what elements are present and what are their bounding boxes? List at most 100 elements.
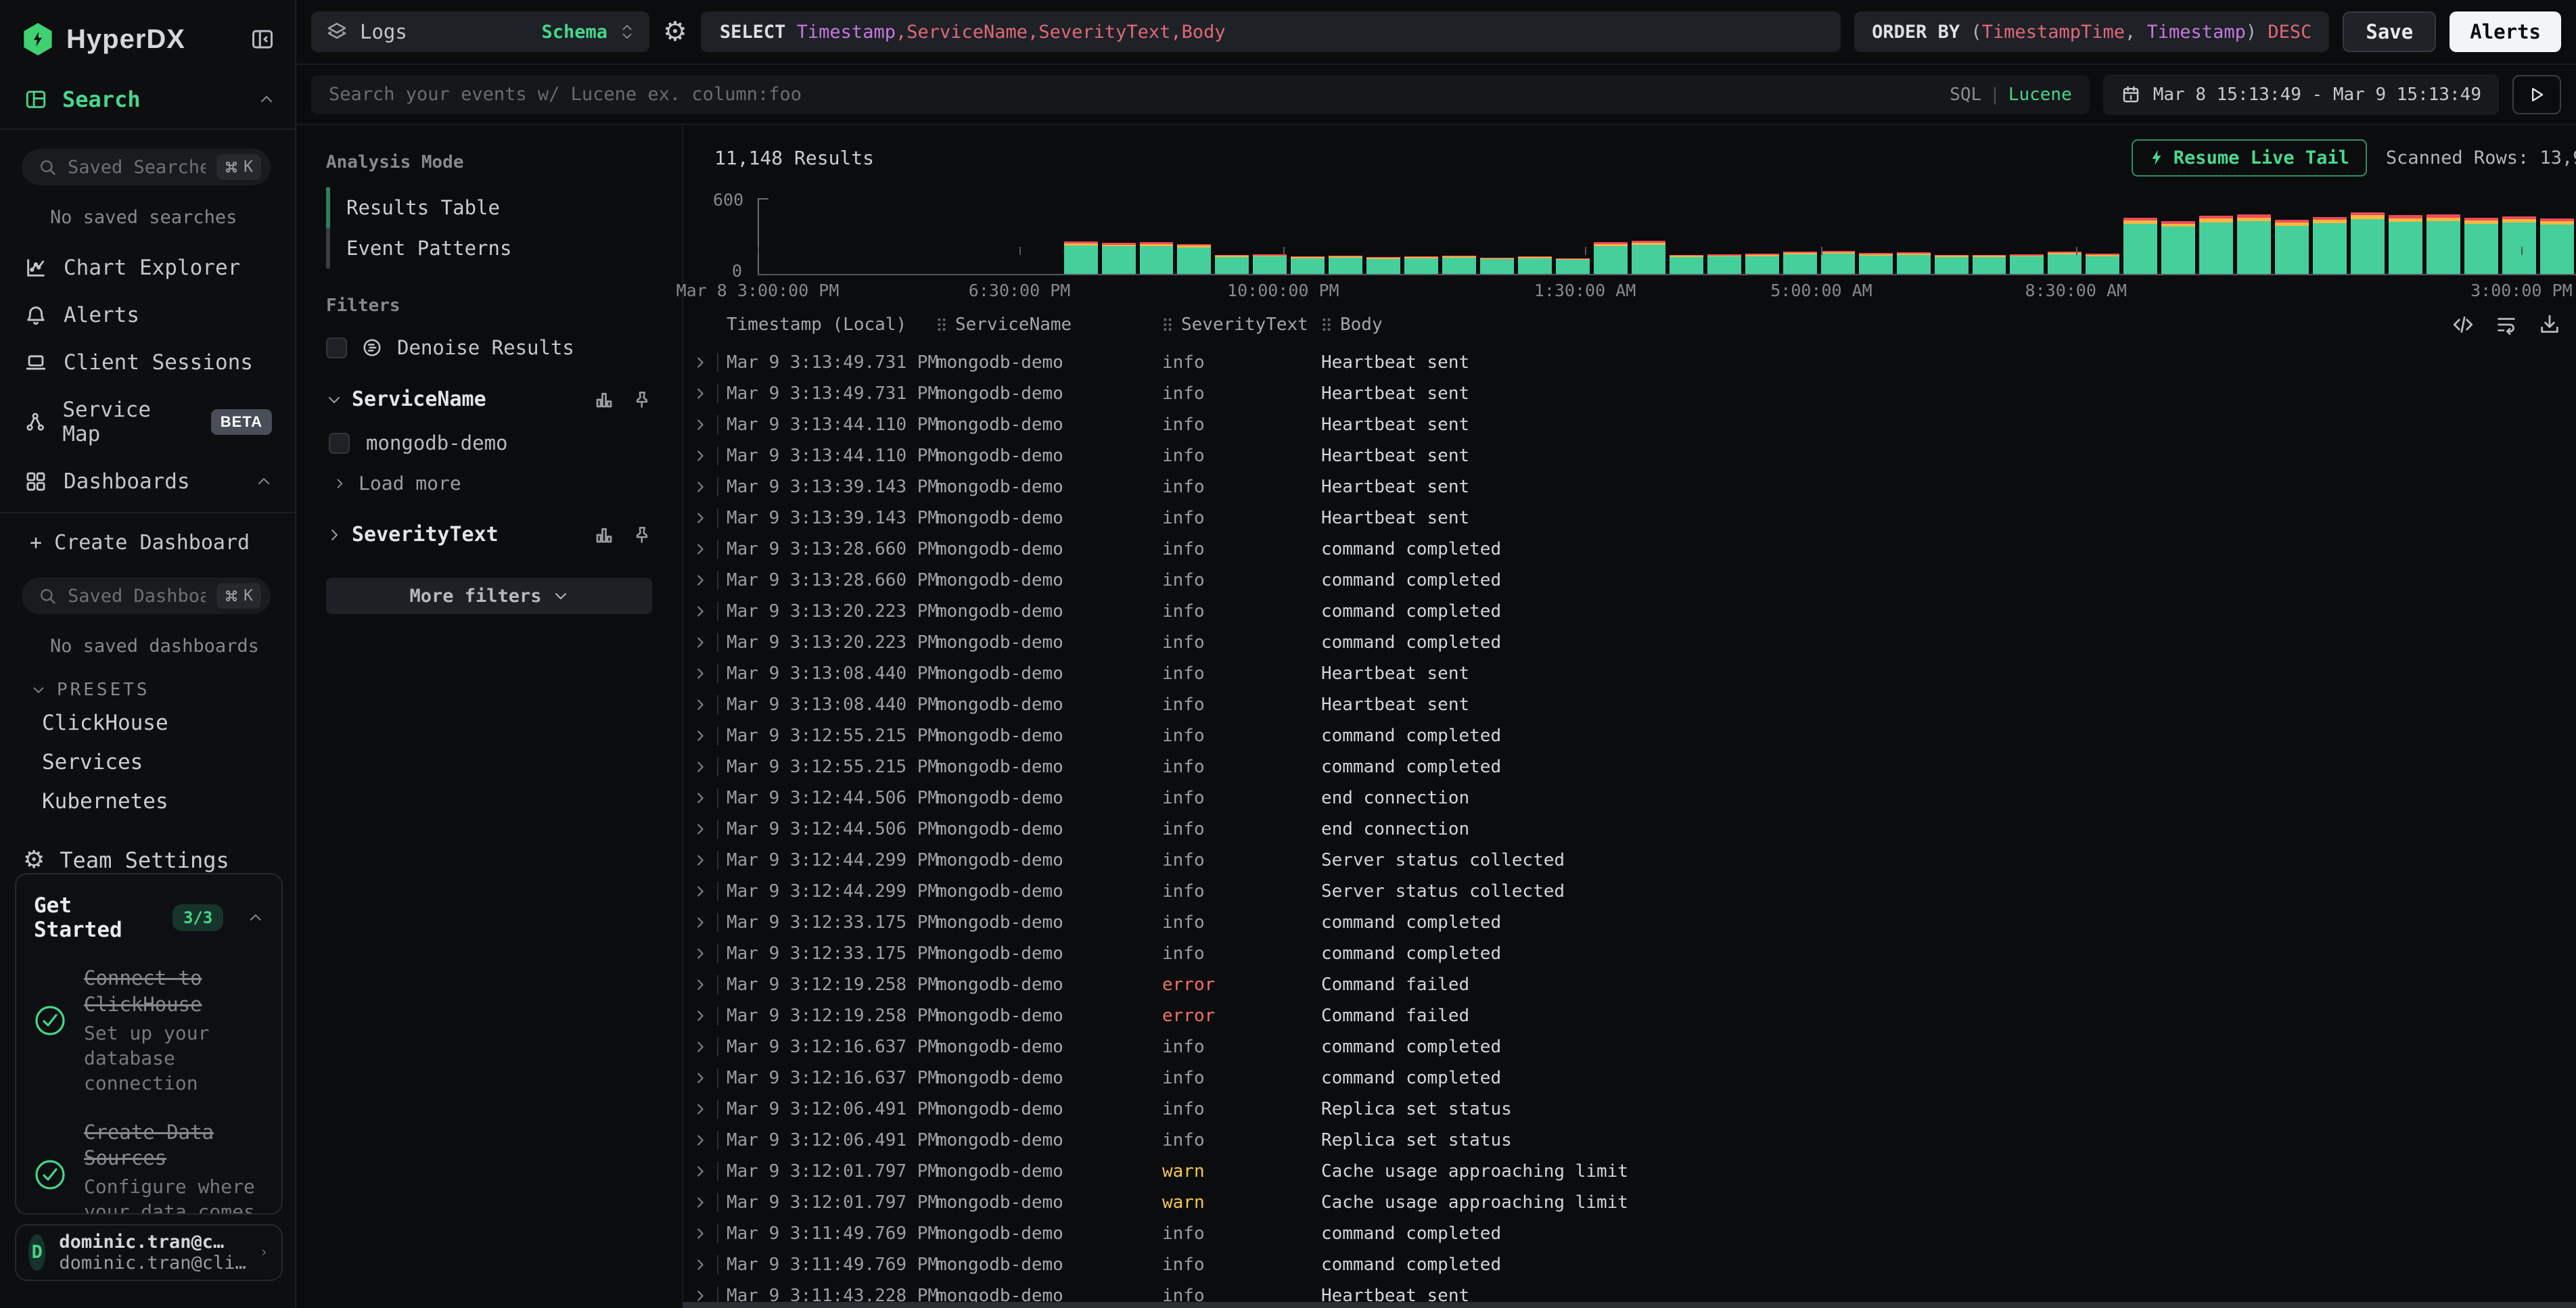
histogram-bar[interactable] <box>1440 198 1478 274</box>
sidebar-item-dashboards[interactable]: Dashboards <box>0 458 295 505</box>
histogram-bar[interactable] <box>948 198 986 274</box>
column-servicename[interactable]: ServiceName <box>955 314 1072 335</box>
table-row[interactable]: Mar 9 3:11:49.769 PMmongodb-demoinfocomm… <box>683 1218 2576 1249</box>
lucene-option[interactable]: Lucene <box>2008 85 2072 105</box>
histogram-bar[interactable] <box>986 198 1024 274</box>
bar-chart-icon[interactable] <box>594 525 614 545</box>
expand-row-icon[interactable] <box>693 480 708 494</box>
table-row[interactable]: Mar 9 3:12:55.215 PMmongodb-demoinfocomm… <box>683 720 2576 751</box>
sidebar-collapse-icon[interactable] <box>250 27 275 51</box>
table-row[interactable]: Mar 9 3:13:39.143 PMmongodb-demoinfoHear… <box>683 503 2576 534</box>
mode-results-table[interactable]: Results Table <box>326 187 652 228</box>
bar-chart-icon[interactable] <box>594 390 614 410</box>
histogram-bar[interactable] <box>1554 198 1592 274</box>
histogram-bar[interactable] <box>1327 198 1364 274</box>
source-select[interactable]: Logs Schema <box>311 11 649 52</box>
histogram-bar[interactable] <box>1100 198 1138 274</box>
expand-row-icon[interactable] <box>693 417 708 432</box>
expand-row-icon[interactable] <box>693 791 708 805</box>
sidebar-item-chart-explorer[interactable]: Chart Explorer <box>0 244 295 291</box>
expand-row-icon[interactable] <box>693 1133 708 1148</box>
expand-row-icon[interactable] <box>693 946 708 961</box>
sidebar-item-team-settings[interactable]: ⚙ Team Settings <box>0 818 295 873</box>
sidebar-item-search[interactable]: Search <box>0 55 295 130</box>
expand-row-icon[interactable] <box>693 355 708 370</box>
expand-row-icon[interactable] <box>693 573 708 588</box>
histogram-bar[interactable] <box>1251 198 1289 274</box>
view-source-button[interactable] <box>2452 313 2475 336</box>
column-severitytext[interactable]: SeverityText <box>1181 314 1308 335</box>
histogram-bar[interactable] <box>1062 198 1100 274</box>
table-row[interactable]: Mar 9 3:13:28.660 PMmongodb-demoinfocomm… <box>683 534 2576 565</box>
table-row[interactable]: Mar 9 3:13:08.440 PMmongodb-demoinfoHear… <box>683 658 2576 689</box>
table-row[interactable]: Mar 9 3:12:01.797 PMmongodb-demowarnCach… <box>683 1156 2576 1187</box>
select-query-input[interactable]: SELECT Timestamp,ServiceName,SeverityTex… <box>701 11 1841 52</box>
user-account-button[interactable]: D dominic.tran@c… dominic.tran@cli… <box>15 1224 283 1281</box>
filter-group-severitytext[interactable]: SeverityText <box>326 523 652 546</box>
get-started-item[interactable]: Connect to ClickHouse Set up your databa… <box>34 965 264 1096</box>
expand-row-icon[interactable] <box>693 728 708 743</box>
saved-dashboards-input[interactable]: Saved Dashboards K <box>22 578 271 614</box>
expand-row-icon[interactable] <box>693 1164 708 1179</box>
preset-services[interactable]: Services <box>0 739 295 778</box>
histogram-bar[interactable] <box>2349 198 2387 274</box>
table-row[interactable]: Mar 9 3:13:44.110 PMmongodb-demoinfoHear… <box>683 409 2576 440</box>
order-by-input[interactable]: ORDER BY (TimestampTime, Timestamp) DESC <box>1854 11 2329 52</box>
expand-row-icon[interactable] <box>693 666 708 681</box>
checkbox[interactable] <box>326 337 347 358</box>
event-search-input[interactable]: Search your events w/ Lucene ex. column:… <box>311 75 2090 114</box>
expand-row-icon[interactable] <box>693 1071 708 1085</box>
presets-section-header[interactable]: PRESETS <box>0 657 295 700</box>
column-timestamp[interactable]: Timestamp (Local) <box>727 314 906 335</box>
table-row[interactable]: Mar 9 3:13:44.110 PMmongodb-demoinfoHear… <box>683 440 2576 471</box>
sidebar-item-client-sessions[interactable]: Client Sessions <box>0 339 295 386</box>
expand-row-icon[interactable] <box>693 1288 708 1303</box>
histogram-bar[interactable] <box>1024 198 1062 274</box>
histogram-bar[interactable] <box>2159 198 2197 274</box>
table-row[interactable]: Mar 9 3:13:20.223 PMmongodb-demoinfocomm… <box>683 627 2576 658</box>
histogram-bar[interactable] <box>1402 198 1440 274</box>
histogram-bar[interactable] <box>2387 198 2424 274</box>
table-row[interactable]: Mar 9 3:12:06.491 PMmongodb-demoinfoRepl… <box>683 1094 2576 1125</box>
histogram-bar[interactable] <box>1895 198 1933 274</box>
expand-row-icon[interactable] <box>693 386 708 401</box>
histogram-bar[interactable] <box>911 198 948 274</box>
histogram-bar[interactable] <box>1138 198 1176 274</box>
expand-row-icon[interactable] <box>693 1226 708 1241</box>
pin-icon[interactable] <box>632 525 652 545</box>
expand-row-icon[interactable] <box>693 822 708 837</box>
expand-row-icon[interactable] <box>693 1195 708 1210</box>
table-row[interactable]: Mar 9 3:12:44.299 PMmongodb-demoinfoServ… <box>683 845 2576 876</box>
query-language-toggle[interactable]: SQL|Lucene <box>1950 85 2072 105</box>
drag-handle-icon[interactable] <box>936 317 947 333</box>
histogram-bar[interactable] <box>1364 198 1402 274</box>
sidebar-item-alerts[interactable]: Alerts <box>0 291 295 339</box>
table-row[interactable]: Mar 9 3:12:06.491 PMmongodb-demoinfoRepl… <box>683 1125 2576 1156</box>
resume-live-tail-button[interactable]: Resume Live Tail <box>2132 139 2367 177</box>
saved-searches-input[interactable]: Saved Searches K <box>22 149 271 185</box>
expand-row-icon[interactable] <box>693 1257 708 1272</box>
expand-row-icon[interactable] <box>693 697 708 712</box>
expand-row-icon[interactable] <box>693 884 708 899</box>
expand-row-icon[interactable] <box>693 760 708 774</box>
pin-icon[interactable] <box>632 390 652 410</box>
query-settings-button[interactable]: ⚙ <box>663 18 687 45</box>
expand-row-icon[interactable] <box>693 853 708 868</box>
histogram-bar[interactable] <box>2273 198 2311 274</box>
date-range-picker[interactable]: Mar 8 15:13:49 - Mar 9 15:13:49 <box>2103 74 2499 115</box>
download-button[interactable] <box>2538 313 2561 336</box>
expand-row-icon[interactable] <box>693 511 708 525</box>
expand-row-icon[interactable] <box>693 1008 708 1023</box>
table-row[interactable]: Mar 9 3:12:44.506 PMmongodb-demoinfoend … <box>683 783 2576 814</box>
preset-kubernetes[interactable]: Kubernetes <box>0 778 295 818</box>
table-row[interactable]: Mar 9 3:12:33.175 PMmongodb-demoinfocomm… <box>683 938 2576 969</box>
table-row[interactable]: Mar 9 3:12:44.299 PMmongodb-demoinfoServ… <box>683 876 2576 907</box>
histogram-bar[interactable] <box>1933 198 1971 274</box>
table-row[interactable]: Mar 9 3:12:33.175 PMmongodb-demoinfocomm… <box>683 907 2576 938</box>
table-row[interactable]: Mar 9 3:12:01.797 PMmongodb-demowarnCach… <box>683 1187 2576 1218</box>
histogram-bar[interactable] <box>1630 198 1668 274</box>
chevron-up-icon[interactable] <box>248 909 264 927</box>
filter-group-servicename[interactable]: ServiceName <box>326 388 652 411</box>
expand-row-icon[interactable] <box>693 1040 708 1054</box>
histogram-bar[interactable] <box>1857 198 1895 274</box>
